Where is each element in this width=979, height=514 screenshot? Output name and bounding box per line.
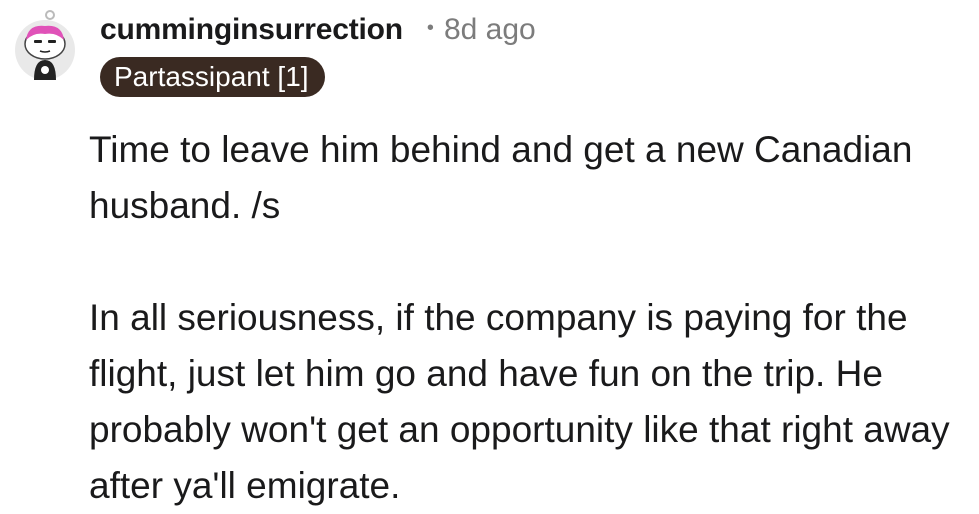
- separator-dot: •: [426, 16, 434, 39]
- timestamp: 8d ago: [443, 13, 536, 46]
- comment: cumminginsurrection • 8d ago Partassipan…: [0, 0, 979, 511]
- username-link[interactable]: cumminginsurrection: [100, 13, 403, 47]
- comment-header: cumminginsurrection • 8d ago: [100, 10, 536, 50]
- comment-body: Time to leave him behind and get a new C…: [89, 122, 969, 514]
- snoo-avatar-icon: [15, 10, 75, 80]
- user-avatar[interactable]: [12, 10, 78, 80]
- comment-paragraph: Time to leave him behind and get a new C…: [89, 129, 913, 226]
- comment-paragraph: In all seriousness, if the company is pa…: [89, 297, 950, 506]
- user-flair-badge: Partassipant [1]: [100, 57, 325, 97]
